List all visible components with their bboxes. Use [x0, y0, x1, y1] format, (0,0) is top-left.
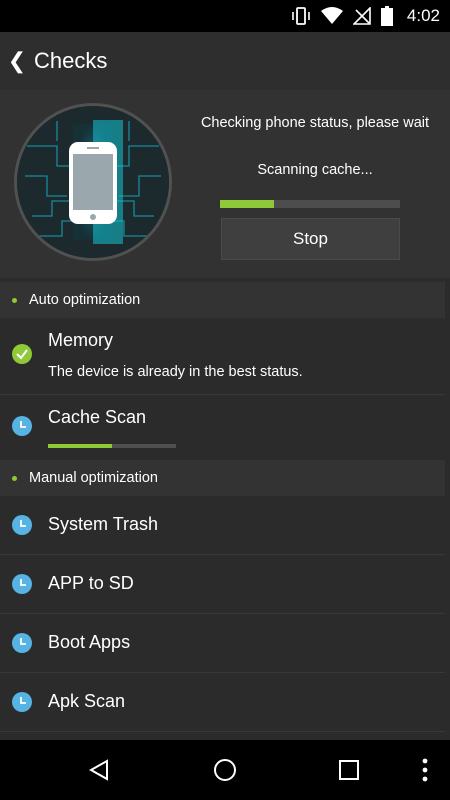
section-title: Auto optimization: [29, 292, 141, 308]
wifi-icon: [320, 7, 343, 24]
list-item-apk-scan[interactable]: Apk Scan: [0, 673, 445, 732]
section-header-manual: Manual optimization: [0, 460, 445, 496]
stop-button[interactable]: Stop: [221, 218, 400, 260]
item-label: Boot Apps: [48, 632, 131, 652]
scan-progress-bar: [220, 200, 400, 208]
clock: 4:02: [406, 6, 440, 25]
list-item-memory[interactable]: Memory The device is already in the best…: [0, 318, 445, 395]
list-item-app-to-sd[interactable]: APP to SD: [0, 555, 445, 614]
item-label: Memory: [48, 330, 114, 350]
phone-scan-icon: [17, 106, 169, 258]
status-bar: 4:02: [0, 0, 450, 32]
phone-scan-illustration: [14, 103, 172, 261]
clock-icon: [12, 515, 32, 535]
clock-icon: [12, 574, 32, 594]
list-item-cache-scan[interactable]: Cache Scan: [0, 395, 445, 460]
section-bullet-icon: [12, 475, 17, 481]
section-bullet-icon: [12, 297, 17, 303]
cache-scan-progress-fill: [48, 444, 112, 448]
clock-icon: [12, 633, 32, 653]
home-circle-icon: [214, 759, 236, 781]
checks-list: Auto optimization Memory The device is a…: [0, 280, 450, 740]
section-header-auto: Auto optimization: [0, 282, 445, 318]
clock-icon: [12, 692, 32, 712]
nav-overflow-button[interactable]: [395, 740, 450, 800]
vibrate-icon: [292, 7, 310, 25]
list-item-system-trash[interactable]: System Trash: [0, 496, 445, 555]
item-label: Cache Scan: [48, 407, 147, 427]
section-title: Manual optimization: [29, 470, 158, 486]
system-nav-bar: [0, 740, 450, 800]
item-label: Apk Scan: [48, 691, 126, 711]
back-triangle-icon: [88, 759, 108, 781]
app-bar: ❮ Checks: [0, 32, 450, 90]
page-title: Checks: [34, 48, 108, 73]
scan-panel: Checking phone status, please wait Scann…: [0, 90, 450, 278]
overflow-menu-icon: [422, 758, 428, 782]
nav-home-button[interactable]: [195, 740, 255, 800]
clock-icon: [12, 416, 32, 436]
check-icon: [12, 344, 32, 364]
recents-square-icon: [339, 760, 359, 780]
status-icons: 4:02: [291, 0, 440, 32]
back-chevron-icon[interactable]: ❮: [0, 48, 34, 74]
no-signal-icon: [352, 7, 371, 25]
item-subtitle: The device is already in the best status…: [48, 364, 303, 380]
scan-status-text: Checking phone status, please wait: [200, 115, 430, 131]
nav-recents-button[interactable]: [319, 740, 379, 800]
item-label: APP to SD: [48, 573, 134, 593]
nav-back-button[interactable]: [69, 740, 129, 800]
cache-scan-progress-bar: [48, 444, 176, 448]
scan-progress-fill: [220, 200, 274, 208]
list-item-boot-apps[interactable]: Boot Apps: [0, 614, 445, 673]
battery-icon: [380, 6, 393, 26]
item-label: System Trash: [48, 514, 159, 534]
scan-current-task: Scanning cache...: [257, 162, 373, 178]
